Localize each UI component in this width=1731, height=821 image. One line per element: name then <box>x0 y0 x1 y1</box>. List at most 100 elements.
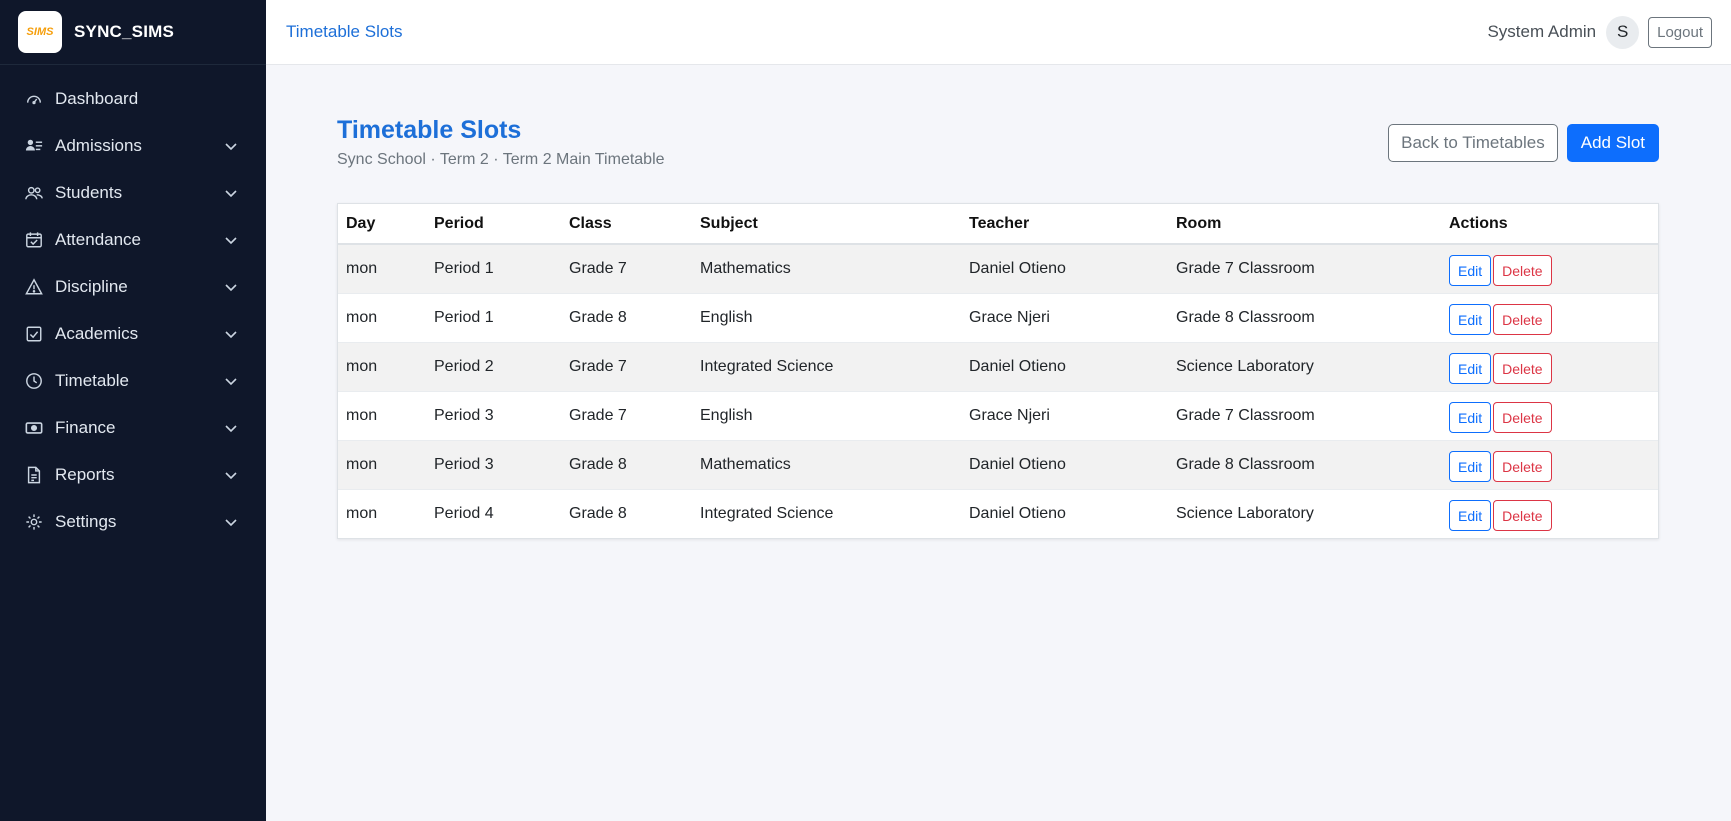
cell-room: Grade 7 Classroom <box>1168 390 1441 440</box>
cell-room: Science Laboratory <box>1168 341 1441 391</box>
table-header-row: Day Period Class Subject Teacher Room Ac… <box>338 204 1658 245</box>
table-row: mon Period 1 Grade 7 Mathematics Daniel … <box>338 243 1658 293</box>
cell-room: Grade 8 Classroom <box>1168 292 1441 342</box>
cell-teacher: Grace Njeri <box>961 292 1168 342</box>
breadcrumb[interactable]: Timetable Slots <box>286 22 1487 42</box>
column-header-subject: Subject <box>692 204 961 245</box>
brand-logo-text: SIMS <box>26 26 54 38</box>
column-header-class: Class <box>561 204 692 245</box>
chevron-down-icon[interactable] <box>224 327 238 341</box>
chevron-down-icon[interactable] <box>224 139 238 153</box>
delete-button[interactable]: Delete <box>1493 500 1552 532</box>
chevron-down-icon[interactable] <box>224 186 238 200</box>
sidebar-item-label: Academics <box>55 323 139 343</box>
table-row: mon Period 1 Grade 8 English Grace Njeri… <box>338 292 1658 342</box>
chevron-down-icon[interactable] <box>224 468 238 482</box>
edit-button[interactable]: Edit <box>1449 451 1492 482</box>
sidebar-item-discipline[interactable]: Discipline <box>0 263 266 310</box>
sidebar-item-academics[interactable]: Academics <box>0 310 266 357</box>
brand-logo: SIMS <box>18 11 62 53</box>
cell-teacher: Daniel Otieno <box>961 488 1168 538</box>
chevron-down-icon[interactable] <box>224 233 238 247</box>
sidebar-item-attendance[interactable]: Attendance <box>0 216 266 263</box>
avatar[interactable]: S <box>1606 15 1640 49</box>
people-icon <box>25 186 43 199</box>
page-subtitle: Sync School · Term 2 · Term 2 Main Timet… <box>337 151 665 168</box>
cell-day: mon <box>338 341 426 391</box>
table-row: mon Period 3 Grade 7 English Grace Njeri… <box>338 390 1658 440</box>
column-header-day: Day <box>338 204 426 245</box>
delete-button[interactable]: Delete <box>1493 304 1552 335</box>
column-header-period: Period <box>426 204 561 245</box>
cell-class: Grade 8 <box>561 292 692 342</box>
delete-button[interactable]: Delete <box>1493 451 1552 482</box>
brand-name: SYNC_SIMS <box>74 22 175 41</box>
edit-button[interactable]: Edit <box>1449 353 1492 384</box>
avatar-initial: S <box>1616 22 1629 41</box>
slots-table: Day Period Class Subject Teacher Room Ac… <box>338 204 1658 538</box>
sidebar-item-label: Finance <box>55 417 116 437</box>
sidebar-item-label: Dashboard <box>55 88 139 108</box>
sidebar-item-students[interactable]: Students <box>0 169 266 216</box>
sidebar-item-label: Reports <box>55 464 115 484</box>
sidebar-item-label: Discipline <box>55 276 128 296</box>
cell-class: Grade 7 <box>561 341 692 391</box>
cell-period: Period 3 <box>426 390 561 440</box>
cell-actions: Edit Delete <box>1441 439 1658 489</box>
delete-button[interactable]: Delete <box>1493 402 1552 433</box>
topbar: Timetable Slots System Admin S Logout <box>266 0 1731 65</box>
chevron-down-icon[interactable] <box>224 374 238 388</box>
sidebar-item-settings[interactable]: Settings <box>0 498 266 545</box>
user-name: System Admin <box>1487 22 1597 41</box>
edit-button[interactable]: Edit <box>1449 304 1492 335</box>
cell-teacher: Daniel Otieno <box>961 341 1168 391</box>
chevron-down-icon[interactable] <box>224 515 238 529</box>
sidebar-item-timetable[interactable]: Timetable <box>0 357 266 404</box>
delete-button[interactable]: Delete <box>1493 255 1552 287</box>
cell-subject: Integrated Science <box>692 341 961 391</box>
sidebar-item-reports[interactable]: Reports <box>0 451 266 498</box>
back-to-timetables-button[interactable]: Back to Timetables <box>1388 124 1558 162</box>
sidebar-item-label: Timetable <box>55 370 130 390</box>
logout-button[interactable]: Logout <box>1648 16 1712 48</box>
main-content: Timetable Slots Sync School · Term 2 · T… <box>337 113 1659 539</box>
cell-class: Grade 8 <box>561 488 692 538</box>
cell-day: mon <box>338 243 426 293</box>
chevron-down-icon[interactable] <box>224 280 238 294</box>
brand[interactable]: SIMS SYNC_SIMS <box>0 0 266 65</box>
chevron-down-icon[interactable] <box>224 421 238 435</box>
edit-button[interactable]: Edit <box>1449 500 1492 532</box>
calendar-check-icon <box>26 231 42 247</box>
slots-table-card: Day Period Class Subject Teacher Room Ac… <box>337 203 1659 539</box>
gear-icon <box>26 513 42 530</box>
sidebar: SIMS SYNC_SIMS Dashboard Admissions Stud… <box>0 0 266 821</box>
cell-period: Period 1 <box>426 243 561 293</box>
cell-actions: Edit Delete <box>1441 390 1658 440</box>
checkbox-icon <box>26 326 42 341</box>
cell-actions: Edit Delete <box>1441 341 1658 391</box>
warning-icon <box>25 277 43 294</box>
cell-class: Grade 7 <box>561 243 692 293</box>
sidebar-item-admissions[interactable]: Admissions <box>0 122 266 169</box>
sidebar-item-label: Attendance <box>55 229 142 249</box>
edit-button[interactable]: Edit <box>1449 255 1492 287</box>
sidebar-nav: Dashboard Admissions Students Attendance… <box>0 65 266 545</box>
cell-room: Science Laboratory <box>1168 488 1441 538</box>
user-list-icon <box>25 139 43 150</box>
cell-teacher: Grace Njeri <box>961 390 1168 440</box>
sidebar-item-finance[interactable]: Finance <box>0 404 266 451</box>
cell-teacher: Daniel Otieno <box>961 439 1168 489</box>
cell-subject: Mathematics <box>692 243 961 293</box>
clock-icon <box>26 372 42 389</box>
cell-period: Period 3 <box>426 439 561 489</box>
add-slot-button[interactable]: Add Slot <box>1566 124 1659 162</box>
table-row: mon Period 3 Grade 8 Mathematics Daniel … <box>338 439 1658 489</box>
cell-day: mon <box>338 390 426 440</box>
cell-class: Grade 7 <box>561 390 692 440</box>
delete-button[interactable]: Delete <box>1493 353 1552 384</box>
cell-period: Period 2 <box>426 341 561 391</box>
sidebar-item-dashboard[interactable]: Dashboard <box>0 75 266 122</box>
edit-button[interactable]: Edit <box>1449 402 1492 433</box>
cell-day: mon <box>338 439 426 489</box>
cell-actions: Edit Delete <box>1441 243 1658 293</box>
